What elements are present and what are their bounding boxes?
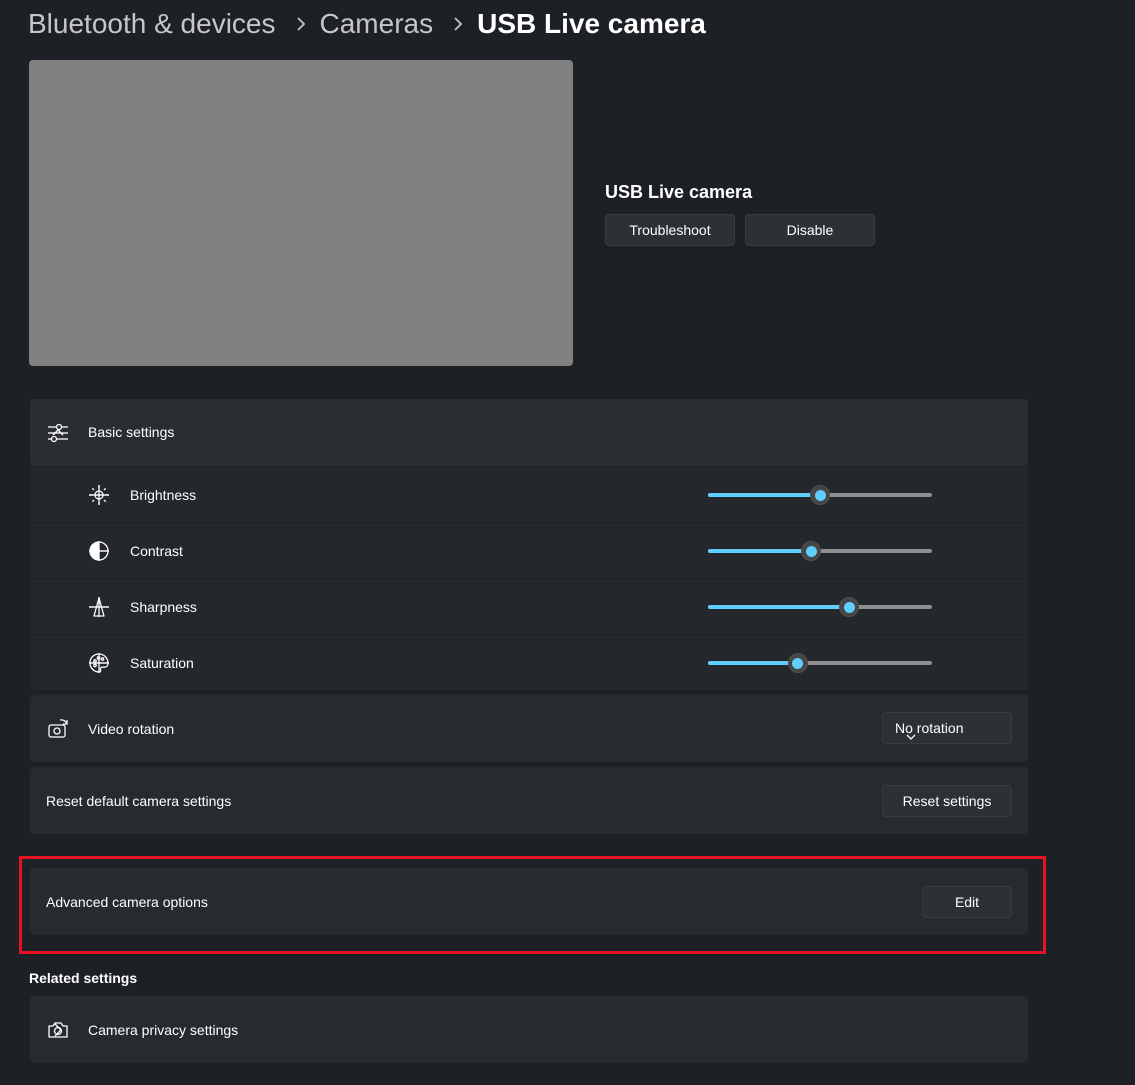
chevron-right-icon xyxy=(46,1018,70,1042)
video-rotation-label: Video rotation xyxy=(88,721,175,737)
video-rotation-dropdown[interactable]: No rotation xyxy=(882,712,1012,744)
page-title: USB Live camera xyxy=(477,8,706,39)
slider-thumb[interactable] xyxy=(810,485,830,505)
chevron-right-icon xyxy=(453,16,463,32)
slider-fill xyxy=(708,549,812,553)
camera-privacy-label: Camera privacy settings xyxy=(88,1022,239,1038)
contrast-label: Contrast xyxy=(130,543,183,559)
sharpness-label: Sharpness xyxy=(130,599,197,615)
slider-row-brightness: Brightness xyxy=(30,467,1028,522)
camera-privacy-settings-link[interactable]: Camera privacy settings xyxy=(30,996,1028,1063)
reset-settings-label: Reset default camera settings xyxy=(46,793,232,809)
advanced-camera-options-label: Advanced camera options xyxy=(46,894,208,910)
breadcrumb: Bluetooth & devices Cameras USB Live cam… xyxy=(28,6,706,42)
chevron-right-icon xyxy=(296,16,306,32)
disable-button[interactable]: Disable xyxy=(745,214,875,246)
chevron-up-icon xyxy=(46,421,70,445)
slider-row-sharpness: Sharpness xyxy=(30,579,1028,634)
reset-settings-button[interactable]: Reset settings xyxy=(882,785,1012,817)
slider-fill xyxy=(708,661,798,665)
chevron-down-icon xyxy=(899,725,923,749)
troubleshoot-button[interactable]: Troubleshoot xyxy=(605,214,735,246)
brightness-increase-button[interactable] xyxy=(88,484,110,506)
slider-row-saturation: Saturation xyxy=(30,635,1028,690)
breadcrumb-cameras[interactable]: Cameras xyxy=(320,8,434,40)
brightness-label: Brightness xyxy=(130,487,197,503)
saturation-slider[interactable] xyxy=(708,653,932,673)
brightness-slider[interactable] xyxy=(708,485,932,505)
slider-thumb[interactable] xyxy=(787,653,808,673)
slider-fill xyxy=(708,493,820,497)
related-settings-heading: Related settings xyxy=(29,970,138,986)
basic-settings-label: Basic settings xyxy=(88,424,175,440)
reset-settings-card: Reset default camera settings Reset sett… xyxy=(30,767,1028,834)
device-name: USB Live camera xyxy=(605,182,753,202)
breadcrumb-bluetooth-devices[interactable]: Bluetooth & devices xyxy=(28,8,276,40)
basic-settings-header[interactable]: Basic settings xyxy=(30,399,1028,466)
contrast-increase-button[interactable] xyxy=(88,540,110,562)
slider-thumb[interactable] xyxy=(839,597,860,617)
slider-row-contrast: Contrast xyxy=(30,523,1028,578)
edit-button[interactable]: Edit xyxy=(922,886,1012,918)
camera-preview xyxy=(29,60,573,366)
video-rotation-card: Video rotation No rotation xyxy=(30,695,1028,762)
slider-thumb[interactable] xyxy=(801,541,822,561)
rotate-camera-icon xyxy=(46,717,70,741)
contrast-slider[interactable] xyxy=(708,541,932,561)
slider-fill xyxy=(708,605,850,609)
sharpness-slider[interactable] xyxy=(708,597,932,617)
sharpness-increase-button[interactable] xyxy=(88,596,110,618)
saturation-increase-button[interactable] xyxy=(88,652,110,674)
advanced-camera-options-card: Advanced camera options Edit xyxy=(30,868,1028,935)
saturation-label: Saturation xyxy=(130,655,194,671)
